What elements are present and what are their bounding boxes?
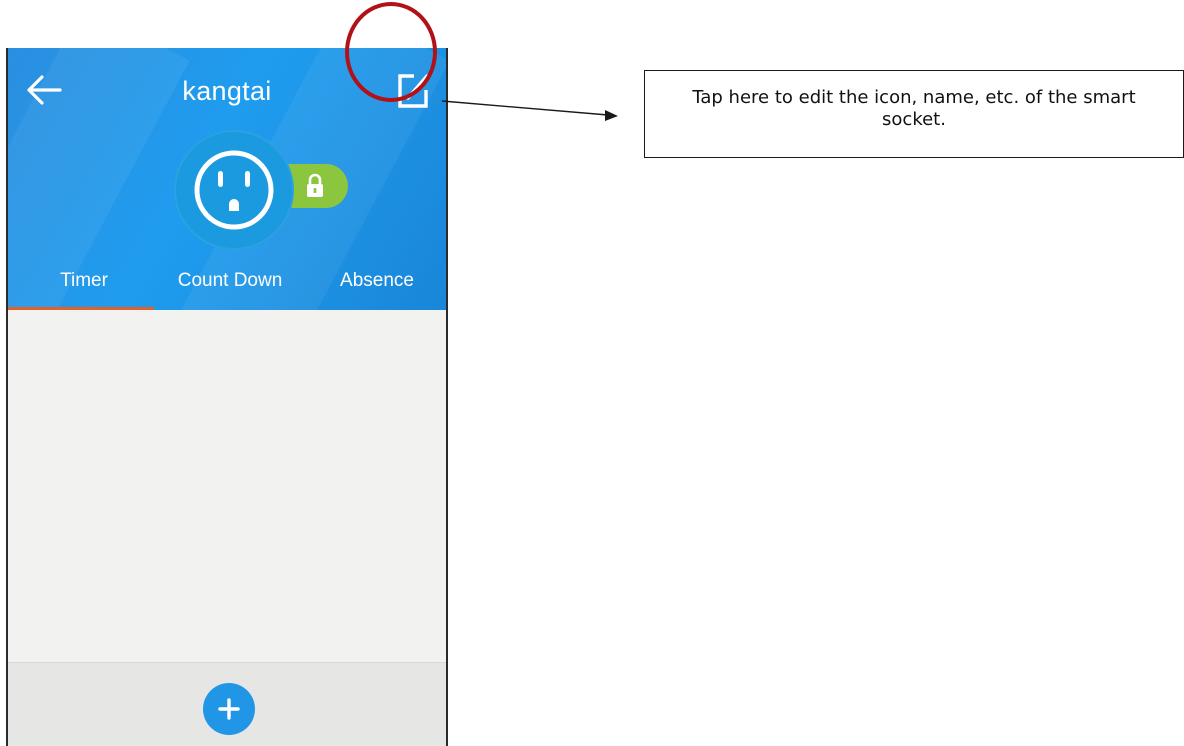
power-outlet-icon[interactable] — [185, 141, 283, 239]
bottom-bar — [8, 662, 446, 746]
callout-box: Tap here to edit the icon, name, etc. of… — [644, 70, 1184, 158]
padlock-icon — [307, 173, 323, 197]
phone-screen: kangtai Timer Count Down Absence — [6, 48, 448, 746]
tab-bar: Timer Count Down Absence — [8, 262, 446, 310]
callout-text: Tap here to edit the icon, name, etc. of… — [692, 87, 1136, 130]
highlight-circle — [345, 2, 437, 102]
tab-timer[interactable]: Timer — [14, 270, 154, 292]
callout-arrow — [441, 100, 618, 121]
timer-list — [8, 310, 446, 662]
add-timer-button[interactable] — [203, 683, 255, 735]
tab-absence[interactable]: Absence — [306, 270, 446, 292]
tab-count-down[interactable]: Count Down — [156, 270, 304, 292]
plus-icon — [218, 698, 240, 720]
